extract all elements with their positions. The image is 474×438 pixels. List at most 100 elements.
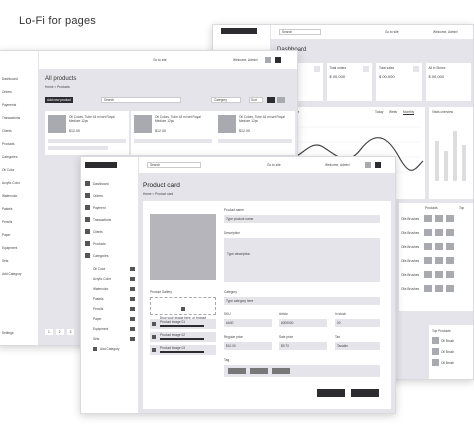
table-row[interactable]: Oils Brushes bbox=[401, 285, 473, 292]
list-view-icon[interactable] bbox=[277, 97, 285, 103]
table-row[interactable]: Oils Brushes bbox=[401, 271, 473, 278]
save-button[interactable] bbox=[317, 389, 345, 397]
sidebar-item-payments[interactable]: Payments bbox=[2, 103, 22, 107]
product-card[interactable]: Oil Colors, Tube 44 ml set Royal Medium … bbox=[131, 111, 215, 155]
sidebar-subitem[interactable]: Pastels bbox=[2, 207, 22, 211]
tax-select[interactable]: Taxable bbox=[335, 342, 380, 350]
sidebar-subitem[interactable]: Sets bbox=[2, 259, 22, 263]
category-select[interactable]: Category bbox=[211, 97, 241, 103]
stat-value: $ 00,000 bbox=[428, 74, 445, 79]
article-input[interactable]: #000000 bbox=[279, 319, 327, 327]
search-input[interactable]: Search bbox=[101, 97, 181, 103]
list-item[interactable]: Oil Brush bbox=[432, 359, 454, 366]
delete-button[interactable] bbox=[351, 389, 379, 397]
sale-price-input[interactable]: $9.70 bbox=[279, 342, 327, 350]
page-button[interactable]: 2 bbox=[55, 329, 64, 335]
sidebar-subitem[interactable]: Equipment bbox=[93, 327, 108, 331]
table-row[interactable]: Oils Brushes bbox=[401, 243, 473, 250]
sidebar-subitem[interactable]: Sets bbox=[93, 337, 99, 341]
image-dropzone[interactable]: Drop your image here, or browse jpeg, pn… bbox=[150, 297, 216, 324]
upload-item[interactable]: Product image 03 bbox=[150, 345, 216, 355]
table-rows: Oils Brushes Oils Brushes Oils Brushes O… bbox=[401, 215, 473, 299]
sidebar-item-products[interactable]: Products bbox=[2, 142, 22, 146]
table-row[interactable]: Oils Brushes bbox=[401, 229, 473, 236]
product-name-input[interactable]: Type product name bbox=[224, 215, 380, 223]
page-button[interactable]: 3 bbox=[66, 329, 75, 335]
go-to-site-link[interactable]: Go to site bbox=[153, 58, 167, 62]
sidebar-subitem-add[interactable]: Add Category bbox=[100, 347, 120, 351]
page-button[interactable]: 1 bbox=[45, 329, 53, 335]
description-textarea[interactable]: Type description bbox=[224, 238, 380, 282]
sidebar-subitem[interactable]: Acrylic Color bbox=[2, 181, 22, 185]
stat-card: Total orders $ 00,000 bbox=[326, 63, 372, 101]
upload-item[interactable]: Product image 01 bbox=[150, 319, 216, 329]
gallery-label: Product Gallery bbox=[150, 290, 172, 294]
sidebar-item-clients[interactable]: Clients bbox=[2, 129, 22, 133]
breadcrumb[interactable]: Home > Products bbox=[45, 85, 70, 89]
sidebar-item-clients[interactable]: Clients bbox=[93, 230, 103, 234]
sidebar-item-transactions[interactable]: Transactions bbox=[2, 116, 22, 120]
sidebar-item-dashboard[interactable]: Dashboard bbox=[93, 182, 109, 186]
bell-icon[interactable] bbox=[365, 162, 371, 168]
count-badge bbox=[130, 267, 135, 271]
sku-input[interactable]: #A00 bbox=[224, 319, 272, 327]
search-input[interactable]: Search bbox=[279, 29, 321, 35]
sidebar-subitem[interactable]: Oil Color bbox=[93, 267, 105, 271]
sidebar-item-dashboard[interactable]: Dashboard bbox=[2, 77, 22, 81]
sidebar-item-categories[interactable]: Categories bbox=[93, 254, 108, 258]
visits-panel: Visits overview bbox=[429, 107, 473, 199]
tab-monthly[interactable]: Monthly bbox=[403, 110, 415, 115]
sidebar-item-orders[interactable]: Orders bbox=[2, 90, 22, 94]
table-row[interactable]: Oils Brushes bbox=[401, 257, 473, 264]
upload-item[interactable]: Product image 02 bbox=[150, 332, 216, 342]
sidebar-item-categories[interactable]: Categories bbox=[2, 155, 22, 159]
sidebar-subitem[interactable]: Oil Color bbox=[2, 168, 22, 172]
count-badge bbox=[130, 297, 135, 301]
upload-name: Product image 03 bbox=[160, 346, 185, 350]
bell-icon[interactable] bbox=[265, 57, 271, 63]
search-input[interactable]: Search bbox=[147, 162, 201, 168]
product-name: Oil Colors, Tube 44 ml set Royal Medium … bbox=[155, 115, 201, 123]
breadcrumb[interactable]: Home > Product card bbox=[143, 192, 173, 196]
tab-week[interactable]: Week bbox=[389, 110, 397, 114]
sort-select[interactable]: Sort bbox=[249, 97, 263, 103]
avatar[interactable] bbox=[375, 162, 381, 168]
sidebar-subitem[interactable]: Acrylic Color bbox=[93, 277, 111, 281]
sidebar-item-payment[interactable]: Payment bbox=[93, 206, 106, 210]
sidebar-subitem[interactable]: Pencils bbox=[93, 307, 103, 311]
go-to-site-link[interactable]: Go to site bbox=[267, 163, 281, 167]
sidebar-item-settings[interactable]: Settings bbox=[2, 331, 14, 335]
stock-input[interactable]: 00 bbox=[335, 319, 380, 327]
add-product-button[interactable]: Add new product bbox=[45, 97, 73, 103]
sidebar-subitem[interactable]: Watercolor bbox=[2, 194, 22, 198]
go-to-site-link[interactable]: Go to site bbox=[385, 30, 399, 34]
sidebar-subitem[interactable]: Paper bbox=[2, 233, 22, 237]
tag-input[interactable] bbox=[224, 365, 380, 377]
category-input[interactable]: Type category here bbox=[224, 297, 380, 305]
sidebar-item-transactions[interactable]: Transactions bbox=[93, 218, 111, 222]
tag-chip[interactable] bbox=[228, 368, 246, 374]
sidebar-subitem-add[interactable]: Add Category bbox=[2, 272, 22, 276]
tag-chip[interactable] bbox=[250, 368, 268, 374]
tag-chip[interactable] bbox=[272, 368, 290, 374]
product-price: $12.00 bbox=[239, 129, 250, 133]
sidebar-subitem[interactable]: Watercolor bbox=[93, 287, 108, 291]
grid-view-icon[interactable] bbox=[267, 97, 275, 103]
regular-price-input[interactable]: $10.00 bbox=[224, 342, 272, 350]
sidebar-subitem[interactable]: Equipment bbox=[2, 246, 22, 250]
list-item[interactable]: Oil Brush bbox=[432, 348, 454, 355]
sidebar-item-products[interactable]: Products bbox=[93, 242, 106, 246]
sidebar-subitem[interactable]: Pencils bbox=[2, 220, 22, 224]
sidebar-item-orders[interactable]: Orders bbox=[93, 194, 103, 198]
list-item[interactable]: Oil Brush bbox=[432, 337, 454, 344]
tab-today[interactable]: Today bbox=[375, 110, 384, 114]
count-badge bbox=[130, 307, 135, 311]
sidebar-subitem[interactable]: Pastels bbox=[93, 297, 103, 301]
product-card[interactable]: Oil Colors, Tube 44 ml set Royal Medium … bbox=[215, 111, 295, 155]
table-row[interactable]: Oils Brushes bbox=[401, 215, 473, 222]
sidebar-subitem[interactable]: Paper bbox=[93, 317, 102, 321]
upload-name: Product image 02 bbox=[160, 333, 185, 337]
product-card[interactable]: Oil Colors, Tube 44 ml set Royal Medium … bbox=[45, 111, 129, 155]
avatar[interactable] bbox=[275, 57, 281, 63]
category-label: Category bbox=[224, 290, 237, 294]
